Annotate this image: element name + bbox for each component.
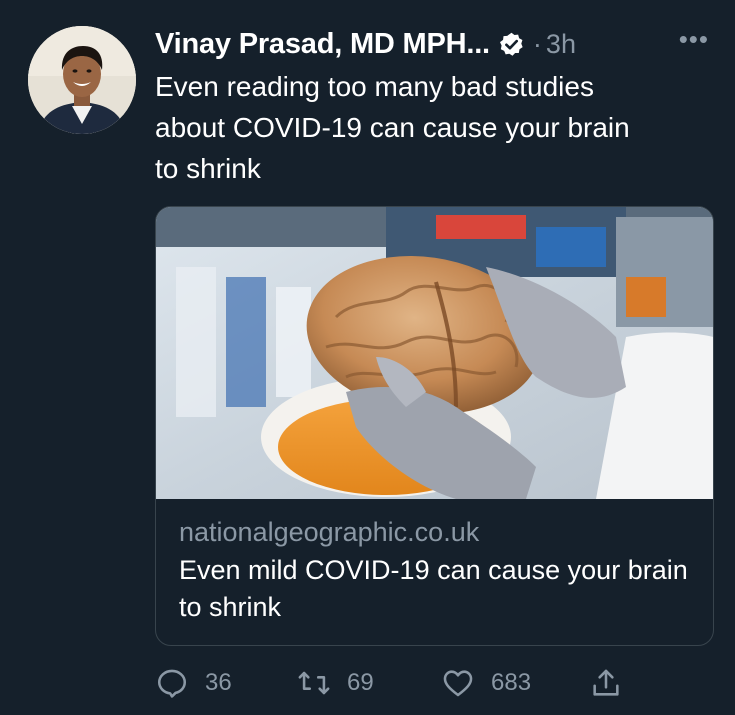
- tweet-header: Vinay Prasad, MD MPH... · 3h •••: [155, 24, 713, 64]
- reply-count: 36: [205, 669, 232, 696]
- reply-button[interactable]: 36: [155, 662, 232, 704]
- like-icon: [443, 670, 473, 697]
- link-card[interactable]: nationalgeographic.co.uk Even mild COVID…: [155, 206, 714, 646]
- card-body: nationalgeographic.co.uk Even mild COVID…: [179, 513, 701, 626]
- timestamp[interactable]: 3h: [546, 29, 576, 60]
- tweet-text: Even reading too many bad studies about …: [155, 71, 630, 184]
- retweet-count: 69: [347, 669, 374, 696]
- like-count: 683: [491, 669, 532, 696]
- time-separator: ·: [532, 28, 542, 59]
- reply-icon: [157, 669, 187, 698]
- like-button[interactable]: 683: [441, 662, 531, 704]
- share-button[interactable]: [589, 662, 623, 704]
- card-domain: nationalgeographic.co.uk: [179, 517, 480, 547]
- card-image: [156, 207, 713, 499]
- more-icon[interactable]: •••: [679, 24, 709, 55]
- author-name[interactable]: Vinay Prasad, MD MPH...: [155, 28, 490, 61]
- tweet: Vinay Prasad, MD MPH... · 3h ••• Even re…: [0, 0, 735, 715]
- avatar[interactable]: [28, 26, 136, 134]
- retweet-button[interactable]: 69: [297, 662, 374, 704]
- card-title: Even mild COVID-19 can cause your brain …: [179, 555, 688, 622]
- tweet-actions: 36 69 683: [155, 662, 635, 704]
- verified-badge-icon: [498, 31, 525, 58]
- retweet-icon: [298, 671, 330, 695]
- share-icon: [593, 669, 619, 696]
